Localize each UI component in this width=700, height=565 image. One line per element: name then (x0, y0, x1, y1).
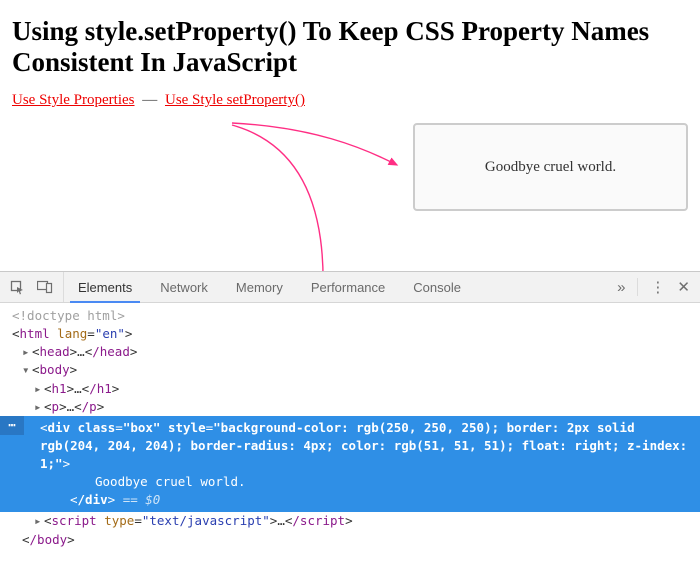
link-row: Use Style Properties — Use Style setProp… (12, 92, 688, 109)
device-toggle-icon[interactable] (37, 280, 53, 294)
tab-memory[interactable]: Memory (222, 272, 297, 302)
dom-selected-text: Goodbye cruel world. (0, 473, 700, 491)
page-title: Using style.setProperty() To Keep CSS Pr… (12, 16, 688, 78)
dom-selected-node[interactable]: ⋯ <div class="box" style="background-col… (0, 416, 700, 513)
devtools-tabbar: Elements Network Memory Performance Cons… (0, 272, 700, 303)
tab-network[interactable]: Network (146, 272, 222, 302)
use-style-properties-link[interactable]: Use Style Properties (12, 92, 134, 108)
tab-performance[interactable]: Performance (297, 272, 399, 302)
demo-area: Goodbye cruel world. (12, 123, 688, 243)
demo-box-text: Goodbye cruel world. (485, 159, 616, 176)
use-style-setproperty-link[interactable]: Use Style setProperty() (165, 92, 305, 108)
dom-body-open[interactable]: ▾<body> (0, 361, 700, 379)
devtools-menu-button[interactable]: ⋮ (650, 278, 665, 296)
dom-doctype: <!doctype html> (12, 308, 125, 323)
tab-elements[interactable]: Elements (64, 272, 146, 302)
demo-box: Goodbye cruel world. (413, 123, 688, 211)
link-separator: — (142, 92, 157, 108)
gutter-ellipsis: ⋯ (0, 416, 24, 435)
tab-console[interactable]: Console (399, 272, 475, 302)
dom-eq0: == $0 (115, 492, 160, 507)
dom-script[interactable]: ▸<script type="text/javascript">…</scrip… (0, 512, 700, 530)
inspect-icon[interactable] (10, 280, 25, 295)
dom-head[interactable]: ▸<head>…</head> (0, 343, 700, 361)
elements-tree[interactable]: <!doctype html> <html lang="en"> ▸<head>… (0, 303, 700, 555)
dom-h1[interactable]: ▸<h1>…</h1> (0, 380, 700, 398)
devtools-close-button[interactable]: ✕ (677, 278, 690, 296)
devtools-panel: Elements Network Memory Performance Cons… (0, 271, 700, 565)
dom-p[interactable]: ▸<p>…</p> (0, 398, 700, 416)
dom-html-open[interactable]: <html lang="en"> (0, 325, 700, 343)
tabs-overflow-button[interactable]: » (617, 279, 625, 296)
dom-body-close[interactable]: </body> (0, 531, 700, 549)
